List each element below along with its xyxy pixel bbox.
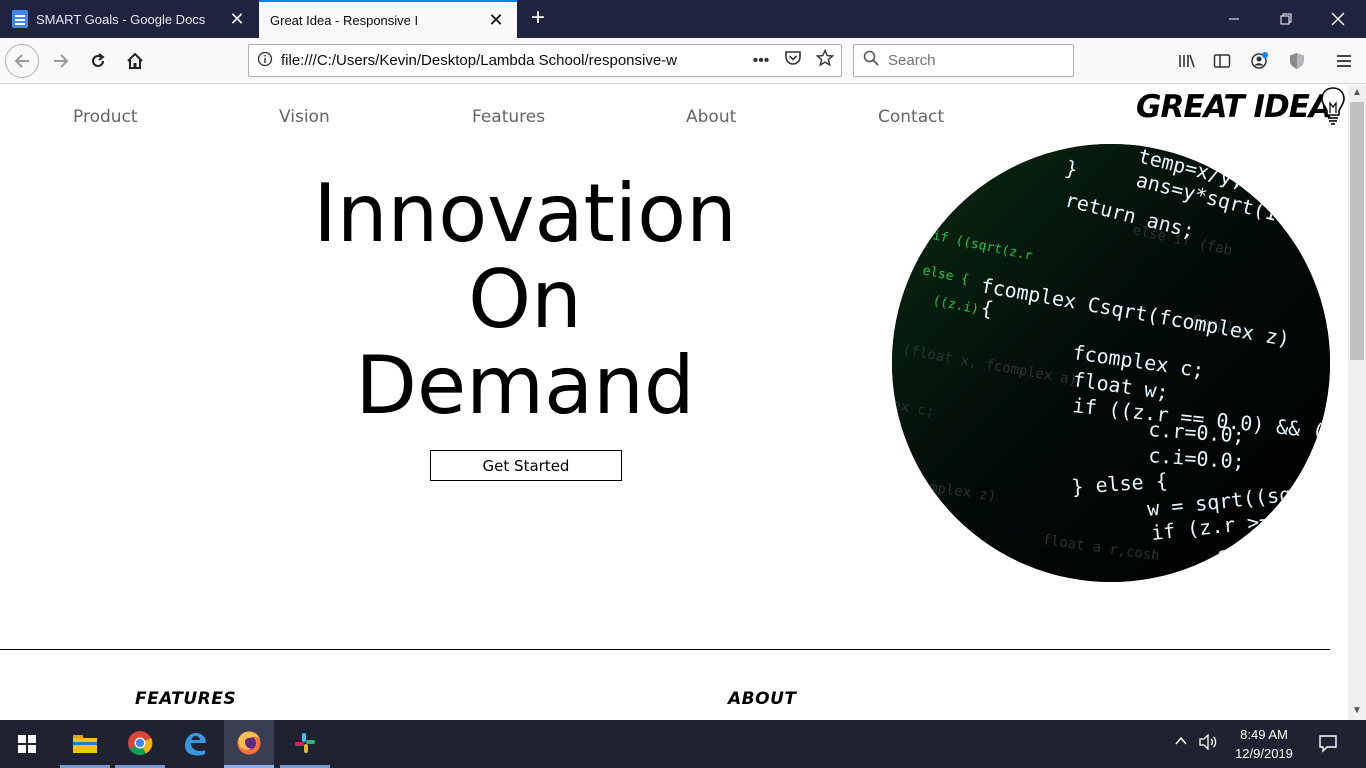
- about-heading: ABOUT: [728, 689, 797, 709]
- hero-line: On: [468, 253, 582, 346]
- reload-button[interactable]: [81, 44, 115, 78]
- hero-line: Innovation: [313, 167, 737, 260]
- notifications-icon[interactable]: [1318, 733, 1338, 758]
- chevron-up-icon[interactable]: [1174, 734, 1188, 753]
- hero-heading: Innovation On Demand: [290, 171, 760, 429]
- back-button[interactable]: [5, 44, 39, 78]
- nav-link-features[interactable]: Features: [472, 107, 545, 127]
- search-icon: [854, 50, 888, 71]
- firefox-icon: [237, 731, 261, 754]
- get-started-button[interactable]: Get Started: [430, 450, 622, 481]
- chrome-icon: [128, 730, 153, 755]
- clock-date: 12/9/2019: [1235, 746, 1293, 761]
- search-input[interactable]: [888, 52, 1058, 69]
- tab-label: SMART Goals - Google Docs: [36, 11, 206, 27]
- sidebar-icon[interactable]: [1205, 44, 1239, 78]
- bookmark-star-icon[interactable]: [809, 48, 841, 72]
- nav-link-vision[interactable]: Vision: [279, 107, 330, 127]
- volume-icon[interactable]: [1198, 733, 1218, 755]
- menu-icon[interactable]: [1327, 44, 1361, 78]
- scroll-up-icon[interactable]: ▲: [1348, 87, 1366, 98]
- code-image: (float x, fcomplex a) ex c; complex z) e…: [892, 144, 1330, 582]
- nav-link-about[interactable]: About: [686, 107, 736, 127]
- system-clock[interactable]: 8:49 AM 12/9/2019: [1222, 725, 1306, 763]
- scrollbar-thumb[interactable]: [1350, 102, 1364, 360]
- account-icon[interactable]: [1242, 44, 1276, 78]
- new-tab-button[interactable]: +: [526, 6, 550, 32]
- file-explorer-button[interactable]: [60, 720, 110, 768]
- features-heading: FEATURES: [135, 689, 237, 709]
- start-button[interactable]: [2, 720, 52, 768]
- shield-icon[interactable]: [1280, 44, 1314, 78]
- slack-icon: [295, 732, 315, 753]
- hero-line: Demand: [355, 339, 695, 432]
- folder-icon: [73, 734, 97, 753]
- windows-icon: [18, 735, 36, 753]
- firefox-button[interactable]: [224, 720, 274, 768]
- code-image-art: (float x, fcomplex a) ex c; complex z) e…: [892, 144, 1330, 582]
- windows-taskbar: 8:49 AM 12/9/2019: [0, 720, 1366, 768]
- chrome-button[interactable]: [115, 720, 165, 768]
- navigation-toolbar: file:///C:/Users/Kevin/Desktop/Lambda Sc…: [0, 38, 1366, 84]
- search-bar[interactable]: [853, 44, 1074, 77]
- tab-label: Great Idea - Responsive I: [270, 12, 419, 28]
- section-divider: [0, 649, 1330, 650]
- site-info-icon[interactable]: [249, 51, 281, 71]
- minimize-icon[interactable]: [1208, 0, 1260, 38]
- scroll-down-icon[interactable]: ▼: [1348, 705, 1366, 716]
- url-text[interactable]: file:///C:/Users/Kevin/Desktop/Lambda Sc…: [281, 52, 745, 69]
- vertical-scrollbar[interactable]: ▲ ▼: [1348, 85, 1366, 720]
- edge-icon: [185, 733, 206, 756]
- address-bar[interactable]: file:///C:/Users/Kevin/Desktop/Lambda Sc…: [248, 44, 842, 77]
- tab-strip: SMART Goals - Google Docs ✕ Great Idea -…: [0, 0, 1366, 38]
- close-tab-icon[interactable]: ✕: [224, 9, 250, 30]
- page-viewport: Product Vision Features About Contact GR…: [0, 85, 1348, 720]
- google-docs-icon: [12, 10, 28, 28]
- nav-link-contact[interactable]: Contact: [878, 107, 944, 127]
- site-logo[interactable]: GREAT IDEA: [1136, 85, 1333, 129]
- nav-link-product[interactable]: Product: [73, 107, 138, 127]
- library-icon[interactable]: [1170, 44, 1204, 78]
- clock-time: 8:49 AM: [1240, 727, 1288, 742]
- close-window-icon[interactable]: [1312, 0, 1364, 38]
- tab-great-idea[interactable]: Great Idea - Responsive I ✕: [259, 0, 517, 38]
- close-tab-icon[interactable]: ✕: [483, 10, 509, 31]
- lightbulb-icon: [1321, 87, 1345, 125]
- home-button[interactable]: [118, 44, 152, 78]
- tab-google-docs[interactable]: SMART Goals - Google Docs ✕: [0, 0, 258, 38]
- pocket-icon[interactable]: [777, 49, 809, 72]
- slack-button[interactable]: [280, 720, 330, 768]
- restore-icon[interactable]: [1260, 0, 1312, 38]
- code-line: c.r: [1215, 539, 1253, 567]
- forward-button[interactable]: [44, 44, 78, 78]
- page-actions-button[interactable]: •••: [745, 52, 777, 70]
- svg-text:f(z.r): f(z.r): [901, 503, 950, 524]
- edge-button[interactable]: [170, 720, 220, 768]
